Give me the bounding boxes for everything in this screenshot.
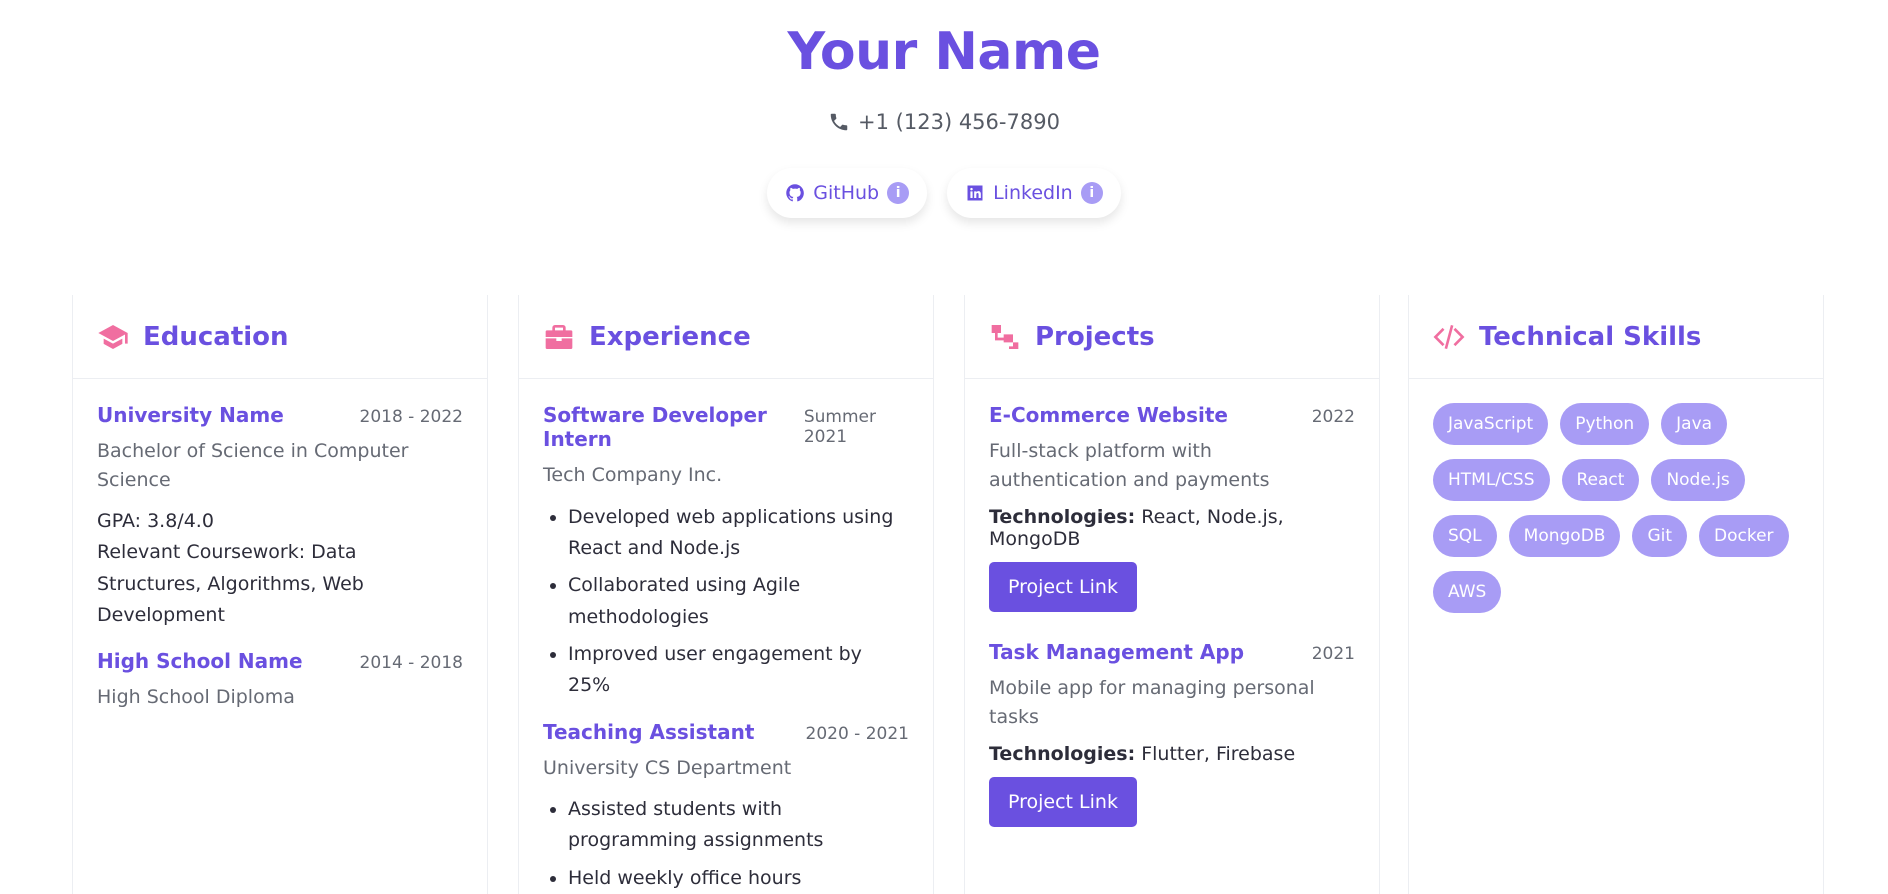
graduation-cap-icon	[98, 324, 128, 349]
education-header: Education	[73, 295, 487, 379]
project-technologies: Technologies: Flutter, Firebase	[989, 743, 1355, 765]
skill-tag: Node.js	[1651, 459, 1745, 501]
project-link-button[interactable]: Project Link	[989, 777, 1137, 827]
list-item: Collaborated using Agile methodologies	[568, 570, 909, 633]
experience-entry: Software Developer Intern Summer 2021 Te…	[543, 403, 909, 702]
info-icon[interactable]: i	[887, 182, 910, 204]
github-label: GitHub	[813, 182, 880, 204]
project-link-button[interactable]: Project Link	[989, 562, 1137, 612]
education-card: Education University Name 2018 - 2022 Ba…	[72, 295, 488, 894]
skill-tag: React	[1561, 459, 1640, 501]
entry-date: 2018 - 2022	[359, 407, 463, 427]
entry-date: Summer 2021	[803, 407, 876, 447]
projects-card: Projects E-Commerce Website 2022 Full-st…	[964, 295, 1380, 894]
skill-tag: Python	[1560, 403, 1650, 445]
skill-tag: Git	[1632, 515, 1688, 557]
skill-tag: MongoDB	[1508, 515, 1621, 557]
skill-tag: JavaScript	[1433, 403, 1549, 445]
project-diagram-icon	[991, 324, 1019, 349]
coursework-text: Relevant Coursework: Data Structures, Al…	[97, 541, 364, 627]
github-icon	[786, 184, 805, 202]
phone-contact: +1 (123) 456-7890	[0, 110, 1888, 134]
projects-header: Projects	[965, 295, 1379, 379]
entry-title: E-Commerce Website	[989, 403, 1228, 427]
entry-title: University Name	[97, 403, 284, 427]
project-description: Mobile app for managing personal tasks	[989, 677, 1315, 728]
project-entry: E-Commerce Website 2022 Full-stack platf…	[989, 403, 1355, 640]
linkedin-link[interactable]: LinkedIn i	[947, 168, 1121, 218]
list-item: Developed web applications using React a…	[568, 502, 909, 565]
bullet-list: Developed web applications using React a…	[543, 502, 909, 702]
code-icon	[1433, 324, 1465, 349]
education-entry: University Name 2018 - 2022 Bachelor of …	[97, 403, 463, 631]
profile-links: GitHub i LinkedIn i	[0, 168, 1888, 218]
experience-entry: Teaching Assistant 2020 - 2021 Universit…	[543, 720, 909, 894]
entry-title: Teaching Assistant	[543, 719, 755, 744]
entry-date: 2020 - 2021	[805, 723, 909, 744]
experience-card: Experience Software Developer Intern Sum…	[518, 295, 934, 894]
skill-tag: HTML/CSS	[1433, 459, 1550, 501]
entry-subtitle: Tech Company Inc.	[543, 464, 723, 486]
bullet-list: Assisted students with programming assig…	[543, 794, 909, 894]
skill-tag: AWS	[1433, 571, 1502, 613]
section-title: Experience	[589, 321, 751, 352]
list-item: Held weekly office hours	[568, 863, 909, 894]
experience-header: Experience	[519, 295, 933, 379]
project-entry: Task Management App 2021 Mobile app for …	[989, 640, 1355, 855]
project-technologies: Technologies: React, Node.js, MongoDB	[989, 506, 1355, 550]
section-title: Technical Skills	[1479, 321, 1702, 352]
entry-date: 2022	[1311, 407, 1355, 427]
entry-date: 2021	[1311, 644, 1355, 664]
entry-subtitle: Bachelor of Science in Computer Science	[97, 440, 409, 491]
linkedin-label: LinkedIn	[993, 182, 1073, 204]
skills-card: Technical Skills JavaScript Python Java …	[1408, 295, 1824, 894]
skills-header: Technical Skills	[1409, 295, 1823, 379]
phone-number: +1 (123) 456-7890	[858, 110, 1060, 134]
entry-title: Software Developer Intern	[543, 403, 767, 451]
entry-subtitle: High School Diploma	[97, 686, 295, 709]
gpa-text: GPA: 3.8/4.0	[97, 510, 214, 532]
entry-title: High School Name	[97, 649, 303, 674]
list-item: Assisted students with programming assig…	[568, 794, 909, 857]
education-entry: High School Name 2014 - 2018 High School…	[97, 649, 463, 712]
entry-title: Task Management App	[989, 640, 1245, 664]
tech-value: Flutter, Firebase	[1141, 743, 1296, 765]
section-title: Education	[143, 321, 289, 352]
list-item: Improved user engagement by 25%	[568, 639, 909, 702]
briefcase-icon	[545, 324, 573, 349]
skill-tag: Java	[1661, 403, 1728, 445]
entry-date: 2014 - 2018	[359, 653, 463, 674]
section-title: Projects	[1035, 321, 1155, 352]
phone-icon	[830, 113, 848, 131]
info-icon[interactable]: i	[1080, 182, 1103, 204]
skills-list: JavaScript Python Java HTML/CSS React No…	[1433, 403, 1803, 613]
page-title: Your Name	[787, 22, 1101, 82]
skill-tag: SQL	[1433, 515, 1497, 557]
entry-subtitle: University CS Department	[543, 756, 792, 779]
tech-label: Technologies:	[989, 506, 1136, 528]
skill-tag: Docker	[1699, 515, 1789, 557]
github-link[interactable]: GitHub i	[767, 168, 928, 218]
project-description: Full-stack platform with authentication …	[989, 440, 1270, 491]
tech-label: Technologies:	[989, 743, 1136, 765]
linkedin-icon	[967, 185, 983, 201]
